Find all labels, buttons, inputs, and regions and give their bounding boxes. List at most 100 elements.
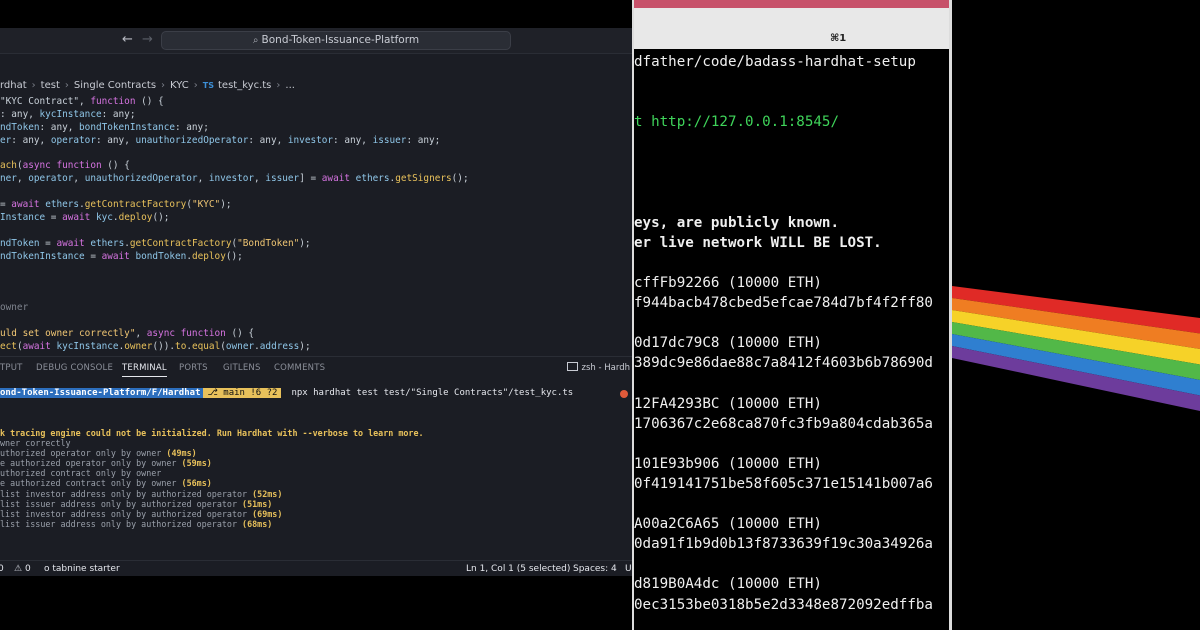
code-token: owner <box>124 340 153 352</box>
status-warnings[interactable]: ⚠ 0 <box>14 564 31 574</box>
back-arrow-icon[interactable]: ← <box>122 32 133 47</box>
breadcrumb-item[interactable]: test_kyc.ts <box>218 80 271 91</box>
code-token: to <box>175 340 187 352</box>
command-center-search[interactable]: ⌕ Bond-Token-Issuance-Platform <box>161 31 511 50</box>
test-duration: (52ms) <box>252 488 283 499</box>
typescript-file-icon: TS <box>202 81 215 90</box>
terminal-line: 389dc9e86dae88c7a8412f4603b6b78690d <box>634 355 933 372</box>
git-branch-icon: ⎇ <box>207 388 224 398</box>
test-duration: (49ms) <box>166 448 197 459</box>
tab-ports[interactable]: PORTS <box>179 363 208 373</box>
code-token: await <box>62 212 91 224</box>
code-token: owner <box>225 340 255 352</box>
code-token: (); <box>225 250 243 262</box>
breadcrumb-item[interactable]: rdhat <box>0 80 27 91</box>
breadcrumb-item[interactable]: ... <box>285 80 295 91</box>
tab-gitlens[interactable]: GITLENS <box>223 363 261 373</box>
terminal-body[interactable]: dfather/code/badass-hardhat-setup t http:… <box>634 52 949 615</box>
code-token: (); <box>152 212 170 224</box>
code-token: getContractFactory <box>84 199 187 211</box>
code-token: "KYC" <box>191 199 221 211</box>
code-token: unauthorizedOperator <box>84 173 198 185</box>
test-name: e authorized operator only by owner <box>0 458 182 469</box>
code-token: await <box>22 340 51 352</box>
code-token: : any; <box>406 134 441 146</box>
code-token: ndTokenInstance <box>0 250 85 262</box>
code-token: getSigners <box>395 173 452 185</box>
test-result-line: uthorized contract only by owner <box>0 468 424 478</box>
test-name: e authorized contract only by owner <box>0 478 182 489</box>
code-token: kycInstance <box>39 108 102 120</box>
code-token: , <box>254 173 266 185</box>
terminal-instance-label[interactable]: zsh - Hardh <box>566 362 630 373</box>
chevron-right-icon: › <box>64 80 69 91</box>
code-token: ndToken <box>0 237 40 249</box>
breadcrumb-item[interactable]: test <box>41 80 60 91</box>
terminal-line: 12FA4293BC (10000 ETH) <box>634 395 822 412</box>
terminal-window: ⌘1 dfather/code/badass-hardhat-setup t ht… <box>632 0 952 630</box>
status-encoding[interactable]: U <box>625 564 632 574</box>
breadcrumb-item[interactable]: Single Contracts <box>74 80 156 91</box>
status-cursor-position[interactable]: Ln 1, Col 1 (5 selected) <box>466 564 570 574</box>
code-token: equal <box>192 340 221 352</box>
status-tabnine[interactable]: o tabnine starter <box>44 564 120 574</box>
test-duration: (51ms) <box>242 498 273 509</box>
status-indentation[interactable]: Spaces: 4 <box>573 564 617 574</box>
code-line: Instance = await kyc.deploy(); <box>0 212 632 225</box>
test-name: uthorized operator only by owner <box>0 448 167 459</box>
terminal-tab-shortcut: ⌘1 <box>830 33 847 44</box>
top-bar-background <box>0 0 632 28</box>
test-name: wner correctly <box>0 438 71 449</box>
code-token: , <box>73 173 85 185</box>
terminal-line: d819B0A4dc (10000 ETH) <box>634 576 822 593</box>
code-token: function <box>90 96 136 107</box>
tab-comments[interactable]: COMMENTS <box>274 363 325 373</box>
code-token: () { <box>101 160 130 172</box>
chevron-right-icon: › <box>193 80 198 91</box>
terminal-name: zsh - Hardh <box>581 363 630 373</box>
terminal-line: 0f419141751be58f605c371e15141b007a6 <box>634 475 933 492</box>
test-result-line: list investor address only by authorized… <box>0 489 424 499</box>
test-duration: (68ms) <box>242 518 273 529</box>
forward-arrow-icon[interactable]: → <box>142 32 153 47</box>
code-editor[interactable]: "KYC Contract", function () {: any, kycI… <box>0 96 632 354</box>
chevron-right-icon: › <box>31 80 36 91</box>
code-line: : any, kycInstance: any; <box>0 109 632 122</box>
terminal-line: 0d17dc79C8 (10000 ETH) <box>634 335 822 352</box>
code-token: ethers <box>45 199 80 211</box>
code-line: ndToken: any, bondTokenInstance: any; <box>0 122 632 135</box>
terminal-warning: k tracing engine could not be initialize… <box>0 428 424 438</box>
code-token: = <box>0 199 12 211</box>
code-token: ndToken <box>0 121 40 133</box>
terminal-output[interactable]: k tracing engine could not be initialize… <box>0 428 424 529</box>
chevron-right-icon: › <box>276 80 281 91</box>
terminal-icon <box>566 362 578 371</box>
tab-output[interactable]: TPUT <box>0 363 23 373</box>
code-line: "KYC Contract", function () { <box>0 96 632 109</box>
code-token: , <box>16 173 29 185</box>
tab-debug-console[interactable]: DEBUG CONSOLE <box>36 363 113 373</box>
bottom-background <box>0 576 632 630</box>
code-token: = <box>39 237 57 249</box>
test-result-line: wner correctly <box>0 438 424 448</box>
code-token: ethers <box>90 237 125 249</box>
code-token: await <box>11 199 40 211</box>
code-token: async function <box>146 328 226 340</box>
code-token: Instance <box>0 212 46 224</box>
tab-terminal[interactable]: TERMINAL <box>122 363 167 377</box>
code-token: await <box>321 173 351 185</box>
breadcrumb-item[interactable]: KYC <box>170 80 189 91</box>
status-errors[interactable]: 0 <box>0 564 4 574</box>
code-token: : any; <box>174 121 209 133</box>
breadcrumb: rdhat › test › Single Contracts › KYC › TS test_k… <box>0 80 295 94</box>
